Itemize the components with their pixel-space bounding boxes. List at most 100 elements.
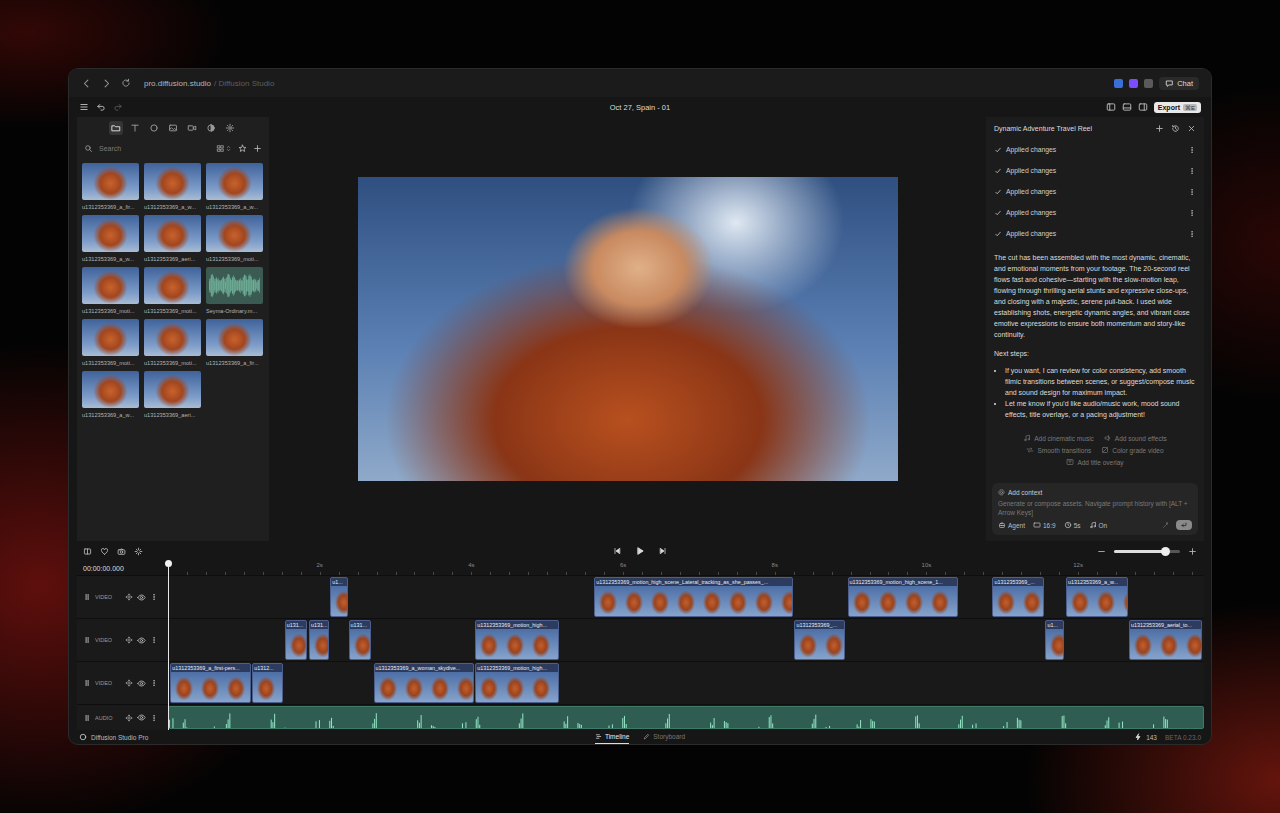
media-item[interactable]: Seyma-Ordinary.m... (206, 267, 263, 315)
export-button[interactable]: Export⌘E (1154, 102, 1201, 113)
prompt-option[interactable]: Agent (998, 521, 1025, 529)
timeline-clip[interactable]: u1312353369_aerial_to... (1129, 620, 1203, 660)
close-icon[interactable] (1187, 124, 1196, 133)
more-icon[interactable] (1188, 188, 1196, 196)
zoom-knob[interactable] (1161, 547, 1170, 556)
project-title[interactable]: Oct 27, Spain - 01 (610, 103, 670, 112)
extension-icon[interactable] (1129, 79, 1138, 88)
timeline-clip[interactable]: u1312353369_motion_high... (475, 620, 559, 660)
timeline-clip[interactable]: u131... (285, 620, 307, 660)
snapshot-icon[interactable] (117, 547, 126, 556)
more-icon[interactable] (1188, 167, 1196, 175)
add-context-button[interactable]: Add context (998, 489, 1192, 496)
timeline-clip[interactable]: u1312... (252, 663, 282, 703)
ruler[interactable]: 2s4s6s8s10s12s (168, 561, 1204, 575)
history-icon[interactable] (1171, 124, 1180, 133)
playhead-knob[interactable] (165, 560, 172, 567)
prompt-input[interactable] (998, 499, 1192, 517)
zoom-slider[interactable] (1114, 550, 1180, 553)
layout-icon[interactable] (83, 547, 92, 556)
media-tool[interactable] (166, 121, 180, 135)
play-icon[interactable] (635, 546, 645, 556)
skip-forward-icon[interactable] (659, 547, 667, 555)
suggestion-chip[interactable]: Smooth transitions (1026, 446, 1091, 454)
media-tool[interactable] (147, 121, 161, 135)
media-item[interactable]: u1312353369_a_w... (82, 371, 139, 419)
move-icon[interactable] (125, 679, 133, 687)
media-tool[interactable] (204, 121, 218, 135)
media-item[interactable]: u1312353369_a_w... (144, 163, 201, 211)
visibility-icon[interactable] (137, 713, 146, 722)
forward-icon[interactable] (101, 78, 112, 89)
timeline-clip[interactable]: u1... (330, 577, 347, 617)
view-tab[interactable]: Storyboard (643, 730, 685, 744)
timeline-clip[interactable]: u131... (349, 620, 372, 660)
more-icon[interactable] (1188, 230, 1196, 238)
prompt-option[interactable]: On (1089, 521, 1108, 529)
suggestion-chip[interactable]: Color grade video (1101, 446, 1163, 454)
url-text[interactable]: pro.diffusion.studio (144, 79, 211, 88)
media-item[interactable]: u1312353369_aeri... (144, 371, 201, 419)
redo-icon[interactable] (113, 102, 123, 112)
timeline-clip[interactable]: u1312353369_motion_high... (475, 663, 559, 703)
media-item[interactable]: u1312353369_moti... (82, 319, 139, 367)
prompt-option[interactable]: 5s (1064, 521, 1081, 529)
skip-back-icon[interactable] (613, 547, 621, 555)
visibility-icon[interactable] (137, 593, 146, 602)
media-item[interactable]: u1312353369_moti... (82, 267, 139, 315)
media-tool[interactable] (109, 121, 123, 135)
menu-icon[interactable] (79, 102, 89, 112)
move-icon[interactable] (125, 636, 133, 644)
undo-icon[interactable] (96, 102, 106, 112)
zoom-out-icon[interactable] (1097, 547, 1106, 556)
left-panel-icon[interactable] (1106, 102, 1116, 112)
more-icon[interactable] (150, 636, 158, 644)
history-item[interactable]: Applied changes (994, 202, 1196, 223)
star-icon[interactable] (238, 144, 247, 153)
chat-button[interactable]: Chat (1159, 77, 1199, 90)
media-item[interactable]: u1312353369_a_w... (82, 215, 139, 263)
zoom-in-icon[interactable] (1188, 547, 1197, 556)
timeline-clip[interactable]: u1312353369_a_first-pers... (170, 663, 250, 703)
reload-icon[interactable] (121, 78, 131, 88)
drag-handle-icon[interactable] (83, 593, 91, 601)
timeline-clip[interactable]: u1... (1045, 620, 1064, 660)
media-tool[interactable] (128, 121, 142, 135)
extension-icon[interactable] (1144, 79, 1153, 88)
search-input[interactable] (99, 145, 210, 152)
drag-handle-icon[interactable] (83, 714, 91, 722)
media-item[interactable]: u1312353369_moti... (144, 319, 201, 367)
suggestion-chip[interactable]: Add cinematic music (1023, 434, 1094, 442)
drag-handle-icon[interactable] (83, 636, 91, 644)
media-tool[interactable] (223, 121, 237, 135)
media-item[interactable]: u1312353369_moti... (206, 215, 263, 263)
enhance-icon[interactable] (1162, 521, 1170, 529)
media-item[interactable]: u1312353369_a_fir... (206, 319, 263, 367)
media-item[interactable]: u1312353369_a_w... (206, 163, 263, 211)
favorite-icon[interactable] (100, 547, 109, 556)
right-panel-icon[interactable] (1138, 102, 1148, 112)
timeline-clip[interactable]: u1312353369_... (794, 620, 845, 660)
history-item[interactable]: Applied changes (994, 181, 1196, 202)
more-icon[interactable] (150, 714, 158, 722)
history-item[interactable]: Applied changes (994, 139, 1196, 160)
bottom-panel-icon[interactable] (1122, 102, 1132, 112)
address-bar[interactable]: pro.diffusion.studio/ Diffusion Studio (144, 79, 274, 88)
view-tab[interactable]: Timeline (595, 730, 629, 744)
plus-icon[interactable] (253, 144, 262, 153)
view-toggle[interactable] (216, 144, 232, 153)
new-chat-icon[interactable] (1155, 124, 1164, 133)
drag-handle-icon[interactable] (83, 679, 91, 687)
history-item[interactable]: Applied changes (994, 160, 1196, 181)
timeline-clip[interactable]: u1312353369_... (992, 577, 1044, 617)
media-item[interactable]: u1312353369_aeri... (144, 215, 201, 263)
more-icon[interactable] (150, 593, 158, 601)
suggestion-chip[interactable]: Add title overlay (1066, 458, 1123, 466)
back-icon[interactable] (81, 78, 92, 89)
media-item[interactable]: u1312353369_a_fir... (82, 163, 139, 211)
visibility-icon[interactable] (137, 679, 146, 688)
extension-icon[interactable] (1114, 79, 1123, 88)
timeline-clip[interactable]: u1312353369_a_w... (1066, 577, 1128, 617)
timeline-clip[interactable]: u1312353369_a_woman_skydive... (374, 663, 474, 703)
playhead[interactable] (168, 561, 169, 730)
